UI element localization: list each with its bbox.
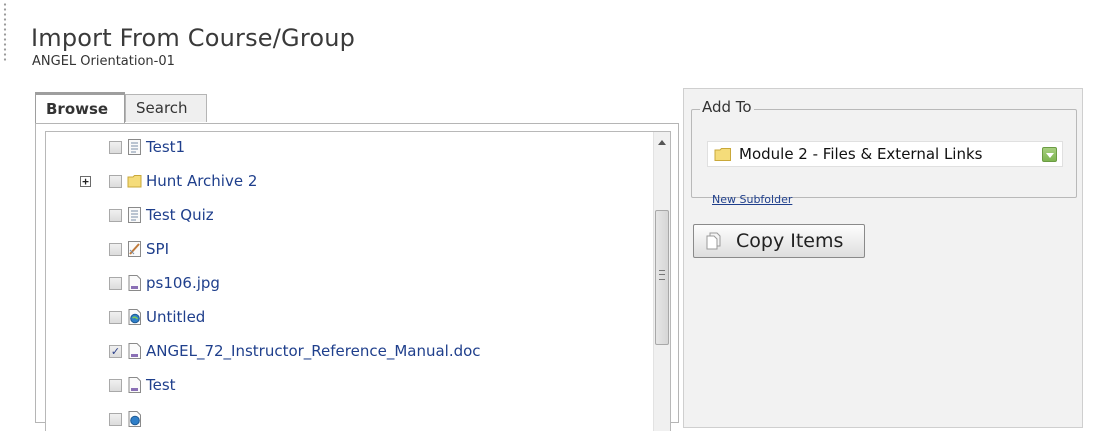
content-tree: Test1 + Hunt Archive 2 Test Quiz SPI ps1… xyxy=(45,131,671,431)
item-label[interactable]: SPI xyxy=(146,240,169,258)
file-icon xyxy=(128,343,141,359)
folder-icon xyxy=(714,148,731,161)
item-checkbox[interactable] xyxy=(109,379,122,392)
scroll-up-arrow-icon[interactable] xyxy=(658,140,666,145)
tree-item-instructor-manual[interactable]: ✓ ANGEL_72_Instructor_Reference_Manual.d… xyxy=(46,342,646,366)
item-label[interactable]: Untitled xyxy=(146,308,205,326)
assessment-icon xyxy=(128,139,141,155)
tab-search[interactable]: Search xyxy=(125,94,207,122)
dropdown-selected-value: Module 2 - Files & External Links xyxy=(739,145,983,163)
item-checkbox[interactable] xyxy=(109,175,122,188)
item-label[interactable]: Test xyxy=(146,376,176,394)
item-checkbox[interactable] xyxy=(109,277,122,290)
item-checkbox[interactable] xyxy=(109,311,122,324)
tree-item-spi[interactable]: SPI xyxy=(46,240,646,264)
item-label[interactable]: Test Quiz xyxy=(146,206,214,224)
survey-icon xyxy=(128,241,141,257)
add-to-panel: Add To Module 2 - Files & External Links… xyxy=(683,88,1083,428)
copy-icon xyxy=(706,232,721,250)
item-label[interactable]: Test1 xyxy=(146,138,185,156)
scrollbar-thumb[interactable] xyxy=(655,210,669,345)
add-to-fieldset: Add To Module 2 - Files & External Links… xyxy=(691,98,1077,206)
destination-dropdown[interactable]: Module 2 - Files & External Links xyxy=(707,141,1063,167)
copy-items-label: Copy Items xyxy=(736,230,844,252)
chevron-down-icon[interactable] xyxy=(1042,147,1057,162)
tree-item-test[interactable]: Test xyxy=(46,376,646,400)
tree-item-ps106[interactable]: ps106.jpg xyxy=(46,274,646,298)
tree-item-untitled[interactable]: Untitled xyxy=(46,308,646,332)
item-label[interactable]: ANGEL_72_Instructor_Reference_Manual.doc xyxy=(146,342,481,360)
assessment-icon xyxy=(128,207,141,223)
tree-item-test1[interactable]: Test1 xyxy=(46,138,646,162)
item-checkbox[interactable] xyxy=(109,141,122,154)
item-checkbox[interactable] xyxy=(109,209,122,222)
item-checkbox-checked[interactable]: ✓ xyxy=(109,345,122,358)
page-title: Import From Course/Group xyxy=(31,24,356,52)
file-icon xyxy=(128,275,141,291)
course-name: ANGEL Orientation-01 xyxy=(32,54,175,69)
tab-browse[interactable]: Browse xyxy=(35,92,125,124)
tree-item-test-quiz[interactable]: Test Quiz xyxy=(46,206,646,230)
tree-item-hunt-archive-2[interactable]: + Hunt Archive 2 xyxy=(46,172,646,196)
tree-item-cut-off[interactable] xyxy=(46,410,646,431)
item-checkbox[interactable] xyxy=(109,413,122,426)
copy-items-button[interactable]: Copy Items xyxy=(693,224,865,258)
browse-panel: Test1 + Hunt Archive 2 Test Quiz SPI ps1… xyxy=(35,123,679,431)
item-label[interactable]: Hunt Archive 2 xyxy=(146,172,257,190)
item-checkbox[interactable] xyxy=(109,243,122,256)
drag-handle[interactable] xyxy=(3,2,8,62)
folder-icon xyxy=(127,175,142,188)
item-label[interactable]: ps106.jpg xyxy=(146,274,220,292)
file-icon xyxy=(128,377,141,393)
web-link-icon xyxy=(128,411,141,427)
add-to-legend: Add To xyxy=(700,98,754,116)
vertical-scrollbar[interactable] xyxy=(653,132,670,431)
new-subfolder-link[interactable]: New Subfolder xyxy=(712,193,792,206)
expand-icon[interactable]: + xyxy=(80,176,91,187)
web-link-icon xyxy=(128,309,141,325)
